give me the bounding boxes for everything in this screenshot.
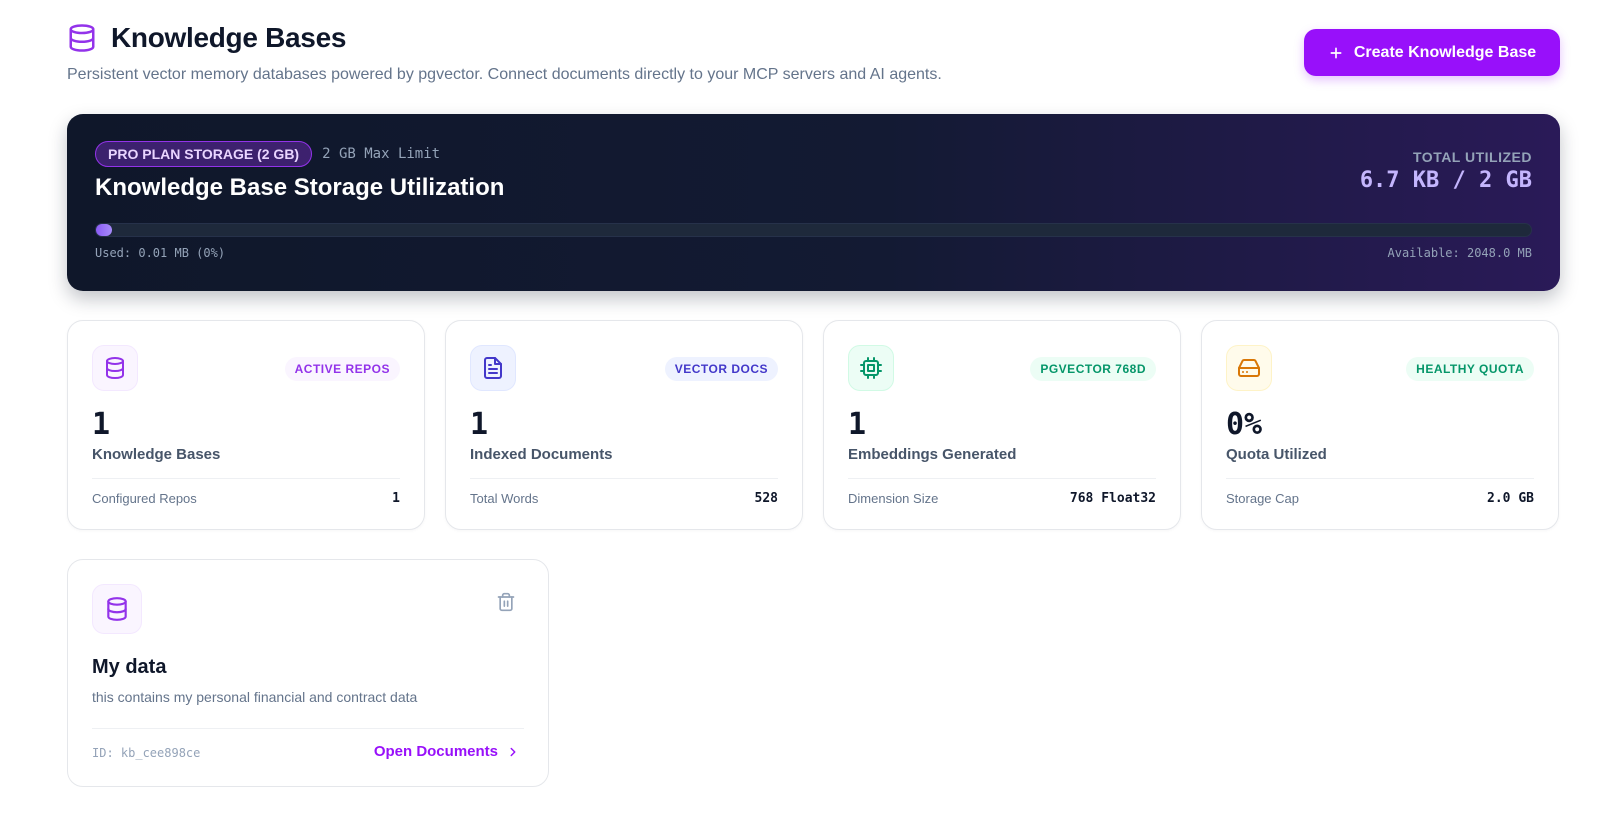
stat-value: 1 [470, 407, 489, 442]
stat-value: 1 [848, 407, 867, 442]
stat-foot-label: Configured Repos [92, 491, 197, 506]
database-icon [69, 24, 95, 52]
plus-icon [1330, 47, 1342, 58]
stat-card-embeddings: PGVECTOR 768D 1 Embeddings Generated Dim… [823, 320, 1181, 530]
stat-badge: PGVECTOR 768D [1030, 357, 1156, 381]
total-utilized-label: TOTAL UTILIZED [1413, 149, 1532, 165]
stat-label: Quota Utilized [1226, 446, 1327, 463]
knowledge-base-name: My data [92, 656, 167, 678]
plan-limit: 2 GB Max Limit [322, 146, 441, 162]
stat-foot-label: Total Words [470, 491, 539, 506]
divider [92, 728, 524, 729]
open-documents-label: Open Documents [373, 743, 498, 760]
stat-card-knowledge-bases: ACTIVE REPOS 1 Knowledge Bases Configure… [67, 320, 425, 530]
stat-foot-label: Storage Cap [1226, 491, 1299, 506]
page-header: Knowledge Bases Persistent vector memory… [67, 22, 1560, 92]
stat-badge: ACTIVE REPOS [284, 357, 400, 381]
knowledge-base-card[interactable]: My data this contains my personal financ… [67, 559, 549, 787]
stat-foot-value: 1 [392, 491, 400, 506]
cpu-icon [848, 345, 894, 391]
stat-foot-value: 528 [754, 491, 778, 506]
storage-utilization-panel: PRO PLAN STORAGE (2 GB) 2 GB Max Limit K… [67, 114, 1560, 291]
stat-value: 1 [92, 407, 111, 442]
stat-card-indexed-documents: VECTOR DOCS 1 Indexed Documents Total Wo… [445, 320, 803, 530]
available-text: Available: 2048.0 MB [1387, 246, 1533, 260]
storage-progress-fill [96, 224, 112, 236]
stat-label: Indexed Documents [470, 446, 613, 463]
hard-drive-icon [1226, 345, 1272, 391]
create-knowledge-base-button[interactable]: Create Knowledge Base [1304, 29, 1560, 76]
used-text: Used: 0.01 MB (0%) [95, 246, 226, 260]
stat-label: Embeddings Generated [848, 446, 1017, 463]
create-button-label: Create Knowledge Base [1353, 43, 1537, 61]
knowledge-base-description: this contains my personal financial and … [92, 689, 418, 705]
stat-foot-value: 2.0 GB [1487, 491, 1534, 506]
divider [470, 478, 778, 479]
divider [848, 478, 1156, 479]
stat-label: Knowledge Bases [92, 446, 221, 463]
divider [1226, 478, 1534, 479]
document-icon [470, 345, 516, 391]
stat-badge: HEALTHY QUOTA [1406, 357, 1534, 381]
knowledge-base-id: ID: kb_cee898ce [92, 746, 201, 760]
trash-icon[interactable] [496, 592, 516, 612]
stat-foot-label: Dimension Size [848, 491, 939, 506]
total-utilized-value: 6.7 KB / 2 GB [1359, 168, 1532, 193]
database-icon [92, 584, 142, 634]
plan-row: PRO PLAN STORAGE (2 GB) 2 GB Max Limit [95, 141, 440, 167]
open-documents-link[interactable]: Open Documents [374, 743, 520, 760]
storage-title: Knowledge Base Storage Utilization [95, 174, 505, 201]
stat-badge: VECTOR DOCS [664, 357, 778, 381]
plan-badge: PRO PLAN STORAGE (2 GB) [95, 141, 313, 167]
stat-foot-value: 768 Float32 [1069, 491, 1156, 506]
storage-progress-bar [95, 223, 1532, 237]
database-icon [92, 345, 138, 391]
stat-value: 0% [1226, 407, 1263, 442]
stat-card-quota: HEALTHY QUOTA 0% Quota Utilized Storage … [1201, 320, 1559, 530]
page-title: Knowledge Bases [111, 22, 347, 53]
divider [92, 478, 400, 479]
chevron-right-icon [510, 747, 516, 756]
